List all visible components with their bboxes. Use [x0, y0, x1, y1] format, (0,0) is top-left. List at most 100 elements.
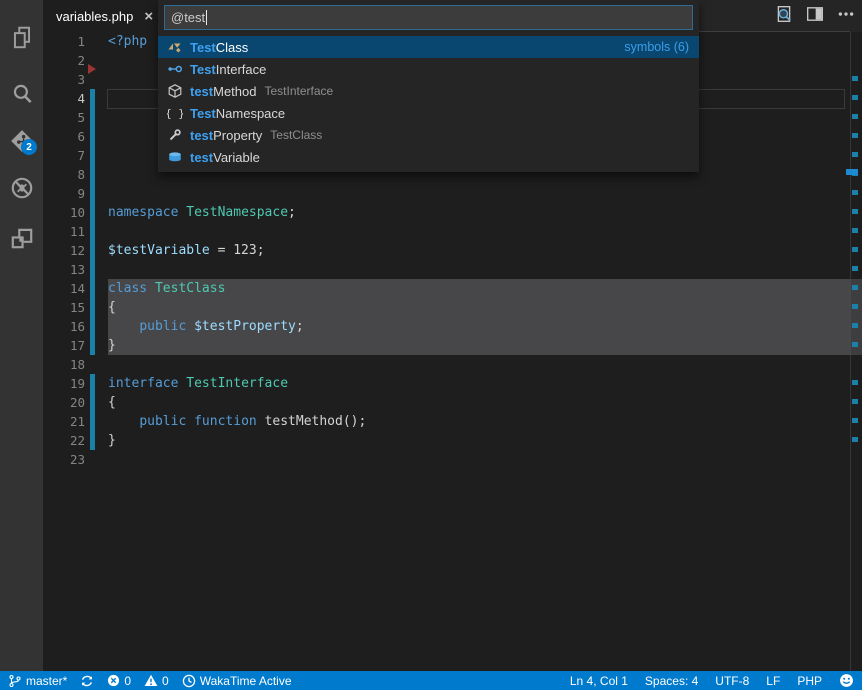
match-text: Test [190, 62, 216, 77]
more-actions-button[interactable] [836, 6, 856, 26]
smiley-icon [839, 673, 854, 688]
method-icon [167, 83, 183, 99]
scm-pending-changes-badge: 2 [21, 139, 37, 155]
feedback-smiley-button[interactable] [839, 673, 854, 688]
activity-bar: 2 [0, 0, 43, 671]
svg-text:{ }: { } [167, 107, 183, 120]
overview-modified-mark [852, 323, 858, 328]
match-text: test [190, 84, 213, 99]
search-button[interactable] [0, 73, 43, 119]
overview-modified-mark [852, 304, 858, 309]
overview-modified-mark [852, 114, 858, 119]
code-line[interactable]: $testVariable = 123; [108, 241, 265, 260]
branch-label: master* [26, 674, 67, 688]
symbol-container: TestInterface [265, 84, 334, 98]
git-branch-icon [8, 674, 22, 688]
code-line[interactable]: public $testProperty; [108, 317, 304, 336]
code-line[interactable]: { [108, 393, 116, 412]
code-line[interactable]: { [108, 298, 116, 317]
match-text: Test [190, 106, 216, 121]
overview-modified-mark [852, 76, 858, 81]
code-line[interactable]: interface TestInterface [108, 374, 288, 393]
quick-open-item[interactable]: { }TestNamespace [158, 102, 699, 124]
quick-open-item[interactable]: testProperty TestClass [158, 124, 699, 146]
encoding-setting[interactable]: UTF-8 [715, 674, 749, 688]
files-icon [9, 25, 35, 56]
scm-branch-status[interactable]: master* [8, 674, 67, 688]
code-line[interactable]: } [108, 336, 116, 355]
overview-modified-mark [852, 209, 858, 214]
symbol-name: Property [213, 128, 262, 143]
overview-modified-mark [852, 437, 858, 442]
sync-icon [80, 674, 94, 688]
overview-modified-mark [852, 380, 858, 385]
close-icon[interactable]: × [144, 9, 153, 24]
editor-actions [774, 0, 856, 32]
debug-disabled-icon [9, 175, 35, 206]
overview-modified-mark [852, 285, 858, 290]
tab-title: variables.php [56, 9, 133, 24]
overview-modified-mark [852, 266, 858, 271]
ellipsis-icon [837, 5, 855, 28]
wakatime-label: WakaTime Active [200, 674, 292, 688]
status-bar: master* [0, 671, 862, 690]
debug-button[interactable] [0, 167, 43, 213]
code-line[interactable]: class TestClass [108, 279, 225, 298]
vscode-window: 2 variables.php × [0, 0, 862, 690]
overview-emphasis-mark [846, 169, 858, 175]
interface-icon [167, 61, 183, 77]
symbol-name: Interface [216, 62, 267, 77]
error-icon [107, 674, 120, 687]
quick-open-item[interactable]: TestClasssymbols (6) [158, 36, 699, 58]
symbol-container: TestClass [270, 128, 322, 142]
language-mode[interactable]: PHP [797, 674, 822, 688]
search-icon [9, 81, 35, 112]
open-changes-button[interactable] [774, 6, 794, 26]
eol-setting[interactable]: LF [766, 674, 780, 688]
overview-modified-mark [852, 418, 858, 423]
split-editor-button[interactable] [805, 6, 825, 26]
variable-icon [167, 149, 183, 165]
quick-open-item[interactable]: testMethod TestInterface [158, 80, 699, 102]
warning-count: 0 [162, 674, 169, 688]
warning-icon [144, 674, 158, 687]
indentation-setting[interactable]: Spaces: 4 [645, 674, 698, 688]
wakatime-status[interactable]: WakaTime Active [182, 674, 292, 688]
code-line[interactable]: } [108, 431, 116, 450]
quick-open-widget: @test TestClasssymbols (6)TestInterfacet… [158, 0, 699, 172]
overview-modified-mark [852, 247, 858, 252]
code-line[interactable]: <?php [108, 32, 147, 51]
clock-icon [182, 674, 196, 688]
quick-open-item[interactable]: testVariable [158, 146, 699, 168]
split-editor-icon [806, 5, 824, 28]
match-text: Test [190, 40, 216, 55]
problems-warnings[interactable]: 0 [144, 674, 169, 688]
quick-open-list: TestClasssymbols (6)TestInterfacetestMet… [158, 36, 699, 168]
overview-modified-mark [852, 342, 858, 347]
code-line[interactable]: namespace TestNamespace; [108, 203, 296, 222]
quick-open-item[interactable]: TestInterface [158, 58, 699, 80]
extensions-icon [9, 225, 35, 256]
match-text: test [190, 128, 213, 143]
quick-open-query: @test [171, 10, 205, 25]
overview-modified-mark [852, 133, 858, 138]
cursor-position[interactable]: Ln 4, Col 1 [570, 674, 628, 688]
class-icon [167, 39, 183, 55]
error-count: 0 [124, 674, 131, 688]
property-icon [167, 127, 183, 143]
open-changes-icon [775, 5, 793, 28]
symbol-name: Method [213, 84, 256, 99]
overview-modified-mark [852, 399, 858, 404]
tab-variables-php[interactable]: variables.php × [43, 0, 160, 32]
code-line[interactable]: public function testMethod(); [108, 412, 366, 431]
overview-modified-mark [852, 228, 858, 233]
explorer-button[interactable] [0, 17, 43, 63]
symbol-name: Variable [213, 150, 260, 165]
namespace-icon: { } [167, 105, 183, 121]
quick-open-input[interactable]: @test [164, 5, 693, 30]
overview-modified-mark [852, 190, 858, 195]
problems-errors[interactable]: 0 [107, 674, 131, 688]
sync-button[interactable] [80, 674, 94, 688]
overview-ruler-border [850, 32, 851, 671]
extensions-button[interactable] [0, 217, 43, 263]
